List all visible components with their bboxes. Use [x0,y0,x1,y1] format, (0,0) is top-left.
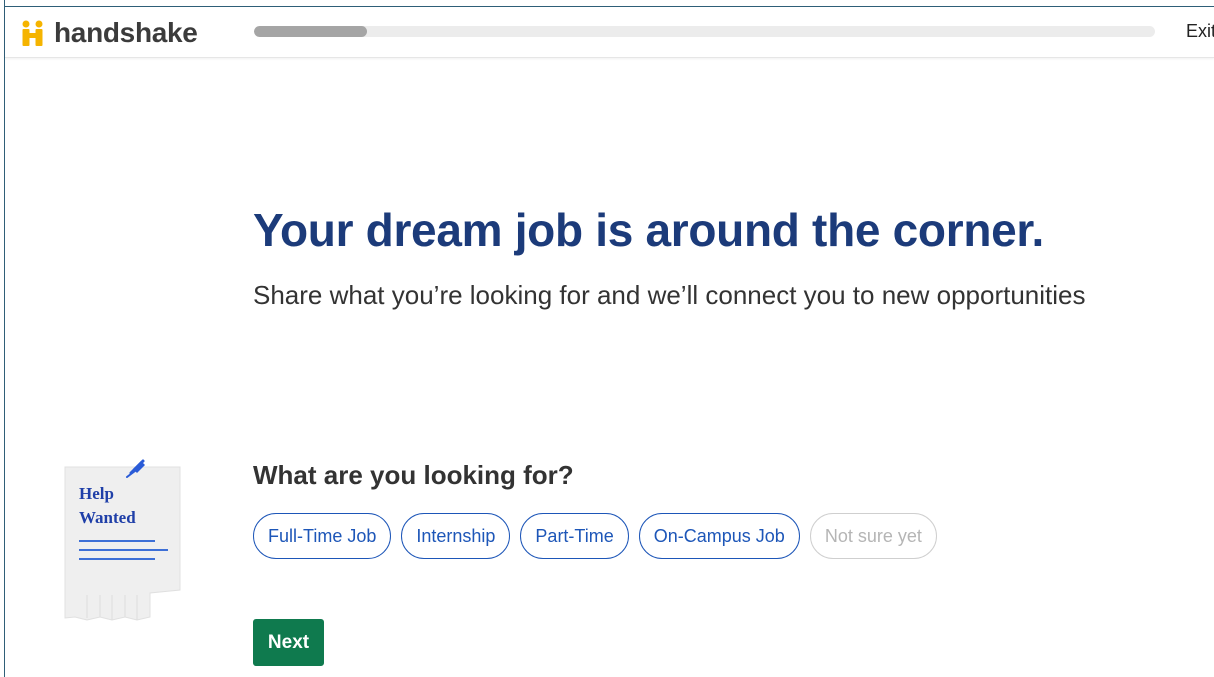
handshake-logo-icon [22,20,43,46]
next-button[interactable]: Next [253,619,324,666]
help-wanted-line-2: Wanted [79,508,136,527]
exit-link[interactable]: Exit [1186,21,1214,42]
option-full-time-job[interactable]: Full-Time Job [253,513,392,559]
logo-wordmark: handshake [54,17,198,48]
help-wanted-line-1: Help [79,484,114,503]
option-on-campus-job[interactable]: On-Campus Job [638,513,800,559]
page-subtitle: Share what you’re looking for and we’ll … [253,280,1086,310]
option-internship[interactable]: Internship [401,513,511,559]
progress-bar [254,26,1155,37]
option-part-time[interactable]: Part-Time [520,513,629,559]
top-bar: handshake Exit [5,7,1214,58]
option-not-sure-yet: Not sure yet [809,513,937,559]
window-border-left [4,0,5,677]
progress-bar-fill [254,26,367,37]
handshake-logo[interactable]: handshake [20,17,198,49]
job-type-question: What are you looking for? [253,460,574,490]
help-wanted-illustration: Help Wanted [64,459,181,621]
job-type-options: Full-Time Job Internship Part-Time On-Ca… [253,513,937,559]
page-title: Your dream job is around the corner. [253,204,1044,256]
